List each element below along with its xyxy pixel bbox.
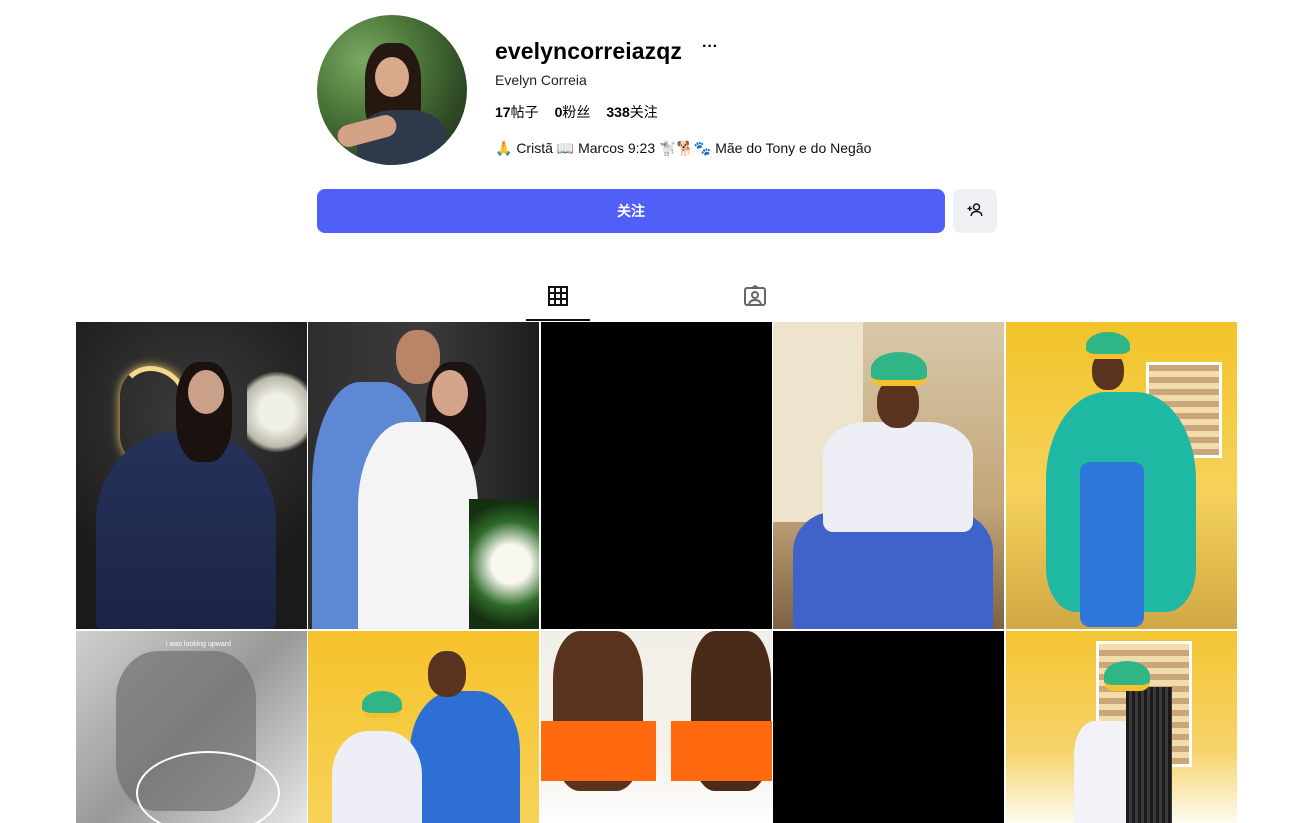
stat-followers[interactable]: 0粉丝 (555, 102, 591, 122)
top-right (671, 721, 772, 781)
top-left (541, 721, 656, 781)
stat-posts-value: 17 (495, 104, 511, 120)
post-thumbnail[interactable]: i was looking upward (76, 631, 307, 823)
post-thumbnail[interactable] (308, 322, 539, 629)
stat-following-value: 338 (606, 104, 630, 120)
grid-icon (547, 285, 569, 312)
stat-following[interactable]: 338关注 (606, 102, 657, 122)
profile-bio: 🙏 Cristã 📖 Marcos 9:23 🐩🐕🐾 Mãe do Tony e… (495, 140, 872, 156)
head (188, 370, 224, 414)
profile-username: evelyncorreiazqz (495, 38, 682, 64)
add-user-icon (966, 201, 984, 222)
avatar-face (375, 57, 409, 97)
swirl-decor (136, 751, 280, 823)
add-user-button[interactable] (953, 189, 997, 233)
post-thumbnail[interactable] (773, 322, 1004, 629)
post-thumbnail[interactable] (76, 322, 307, 629)
post-thumbnail[interactable] (1006, 322, 1237, 629)
stat-following-label: 关注 (629, 104, 658, 120)
stat-followers-label: 粉丝 (562, 104, 591, 120)
white-coat (358, 422, 478, 629)
shirt (823, 422, 973, 532)
man-head (428, 651, 466, 697)
post-thumbnail[interactable] (541, 322, 772, 629)
girl-head (432, 370, 468, 416)
post-thumbnail[interactable] (1006, 631, 1237, 823)
post-thumbnail[interactable] (773, 631, 1004, 823)
jeans (1080, 462, 1144, 627)
dress (96, 432, 276, 629)
tab-posts[interactable] (526, 285, 590, 321)
braids (1126, 687, 1172, 823)
flower-decor (247, 362, 307, 462)
man-shirt (410, 691, 520, 823)
post-thumbnail[interactable] (541, 631, 772, 823)
posts-grid: i was looking upward (76, 322, 1238, 823)
beret (362, 691, 402, 718)
stat-posts: 17帖子 (495, 102, 539, 122)
tab-tagged[interactable] (723, 284, 787, 321)
post-thumbnail[interactable] (308, 631, 539, 823)
post-overlay-text: i was looking upward (166, 641, 231, 648)
profile-display-name: Evelyn Correia (495, 72, 587, 88)
tagged-icon (743, 284, 767, 312)
girl-shirt (332, 731, 422, 823)
more-options-icon[interactable]: ··· (702, 38, 718, 56)
flower-decor (469, 499, 539, 629)
beret (871, 352, 927, 386)
profile-avatar[interactable] (317, 15, 467, 165)
beret (1086, 332, 1130, 359)
profile-stats: 17帖子 0粉丝 338关注 (495, 102, 658, 122)
stat-posts-label: 帖子 (510, 104, 539, 120)
follow-button[interactable]: 关注 (317, 189, 945, 233)
beret (1104, 661, 1150, 691)
